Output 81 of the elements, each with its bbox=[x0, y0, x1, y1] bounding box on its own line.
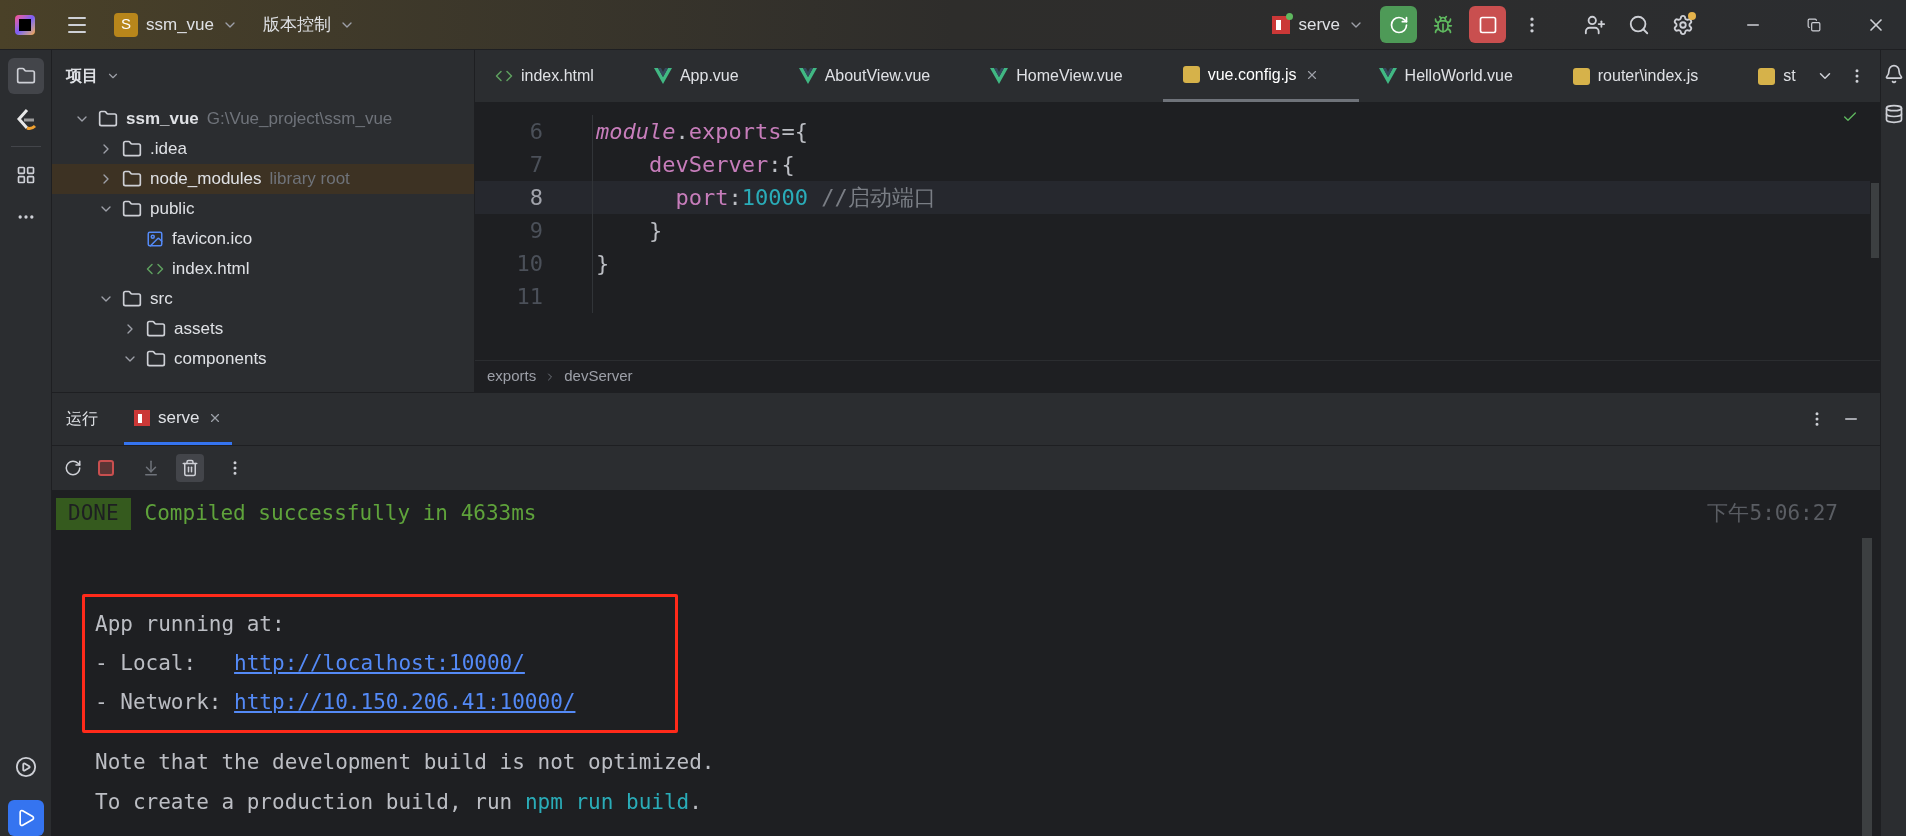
editor-tab[interactable]: AboutView.vue bbox=[778, 50, 971, 102]
vue-icon bbox=[1378, 68, 1397, 84]
editor-tab[interactable]: st bbox=[1738, 50, 1800, 102]
run-panel-title: 运行 bbox=[66, 409, 98, 429]
folder-icon bbox=[122, 139, 142, 159]
notifications-icon[interactable] bbox=[1883, 64, 1904, 84]
tree-item[interactable]: components bbox=[52, 344, 474, 374]
tree-item[interactable]: public bbox=[52, 194, 474, 224]
npm-icon bbox=[134, 409, 150, 426]
code-line: } bbox=[647, 217, 663, 245]
app-logo-icon[interactable] bbox=[15, 14, 35, 35]
run-config-selector[interactable]: serve bbox=[1272, 11, 1364, 38]
rerun-icon bbox=[1388, 14, 1409, 35]
console-line: App running at: bbox=[95, 610, 285, 638]
console-timestamp: 下午5:06:27 bbox=[1707, 500, 1838, 528]
tree-item[interactable]: src bbox=[52, 284, 474, 314]
settings-icon[interactable] bbox=[1672, 13, 1694, 36]
database-icon[interactable] bbox=[1883, 104, 1904, 124]
services-icon[interactable] bbox=[14, 756, 37, 778]
url-link[interactable]: http://10.150.206.41:10000/ bbox=[234, 686, 576, 719]
console-line: Note that the development build is not optimized. bbox=[95, 749, 716, 777]
folder-icon bbox=[146, 349, 166, 369]
js-file-icon bbox=[1758, 67, 1776, 85]
add-user-icon[interactable] bbox=[1584, 13, 1606, 36]
editor-tab[interactable]: index.html bbox=[475, 50, 634, 102]
code-line: module.exports={ bbox=[596, 118, 808, 146]
npm-icon bbox=[1272, 15, 1291, 34]
tree-item[interactable]: index.html bbox=[52, 254, 474, 284]
vcs-menu[interactable]: 版本控制 bbox=[263, 11, 356, 38]
stop-icon bbox=[1477, 14, 1498, 35]
line-number: 8 bbox=[528, 184, 544, 212]
rerun-icon[interactable] bbox=[64, 459, 82, 477]
structure-icon[interactable] bbox=[15, 165, 36, 185]
editor-tab[interactable]: App.vue bbox=[633, 50, 779, 102]
status-badge: DONE bbox=[56, 498, 131, 530]
editor-tab[interactable]: vue.config.js bbox=[1162, 50, 1359, 102]
project-switcher[interactable]: S ssm_vue bbox=[114, 11, 239, 38]
image-file-icon bbox=[146, 230, 164, 248]
editor-tab[interactable]: router\index.js bbox=[1552, 50, 1739, 102]
tree-item-hint: G:\Vue_project\ssm_vue bbox=[206, 108, 393, 131]
vue-icon bbox=[653, 68, 672, 84]
tree-item-hint: library root bbox=[269, 168, 350, 191]
run-icon[interactable] bbox=[7, 800, 44, 836]
code-line: devServer:{ bbox=[647, 151, 795, 179]
console-line: To create a production build, run npm run build. bbox=[95, 789, 703, 817]
console-line: - Local: bbox=[95, 649, 198, 677]
folder-icon[interactable] bbox=[7, 58, 44, 94]
stop-button[interactable] bbox=[1469, 6, 1506, 43]
folder-icon bbox=[146, 319, 166, 339]
console-message: Compiled successfully in 4633ms bbox=[144, 500, 537, 528]
restore-icon[interactable] bbox=[1807, 17, 1821, 32]
folder-icon bbox=[122, 199, 142, 219]
rerun-button[interactable] bbox=[1380, 6, 1417, 43]
console-line: - Network: bbox=[95, 688, 223, 716]
project-folder-icon bbox=[98, 109, 118, 129]
editor-tab[interactable]: HomeView.vue bbox=[970, 50, 1163, 102]
folder-icon bbox=[122, 169, 142, 189]
debug-icon[interactable] bbox=[1433, 14, 1453, 35]
tree-item[interactable]: assets bbox=[52, 314, 474, 344]
scroll-to-end-icon[interactable] bbox=[142, 459, 160, 477]
tree-item[interactable]: favicon.ico bbox=[52, 224, 474, 254]
vue-icon bbox=[990, 68, 1009, 84]
js-file-icon bbox=[1572, 67, 1590, 85]
tree-item[interactable]: .idea bbox=[52, 134, 474, 164]
breadcrumb-item[interactable]: exports bbox=[487, 365, 537, 388]
url-link[interactable]: http://localhost:10000/ bbox=[234, 647, 525, 680]
code-line: } bbox=[596, 250, 610, 278]
js-file-icon bbox=[1182, 66, 1200, 83]
scrollbar[interactable] bbox=[1871, 183, 1879, 258]
search-icon[interactable] bbox=[1628, 13, 1650, 36]
tree-item[interactable]: ssm_vue G:\Vue_project\ssm_vue bbox=[52, 104, 474, 134]
scrollbar[interactable] bbox=[1862, 538, 1872, 836]
vue-icon bbox=[798, 68, 817, 84]
editor-tab[interactable]: HelloWorld.vue bbox=[1358, 50, 1553, 102]
tree-item[interactable]: node_modules library root bbox=[52, 164, 474, 194]
project-view-selector[interactable]: 项目 bbox=[66, 64, 120, 88]
code-line: port:10000 //启动端口 bbox=[674, 184, 936, 212]
project-badge: S bbox=[114, 12, 138, 37]
clear-icon[interactable] bbox=[176, 454, 204, 482]
folder-icon bbox=[122, 289, 142, 309]
breadcrumb-item[interactable]: devServer bbox=[564, 365, 633, 388]
